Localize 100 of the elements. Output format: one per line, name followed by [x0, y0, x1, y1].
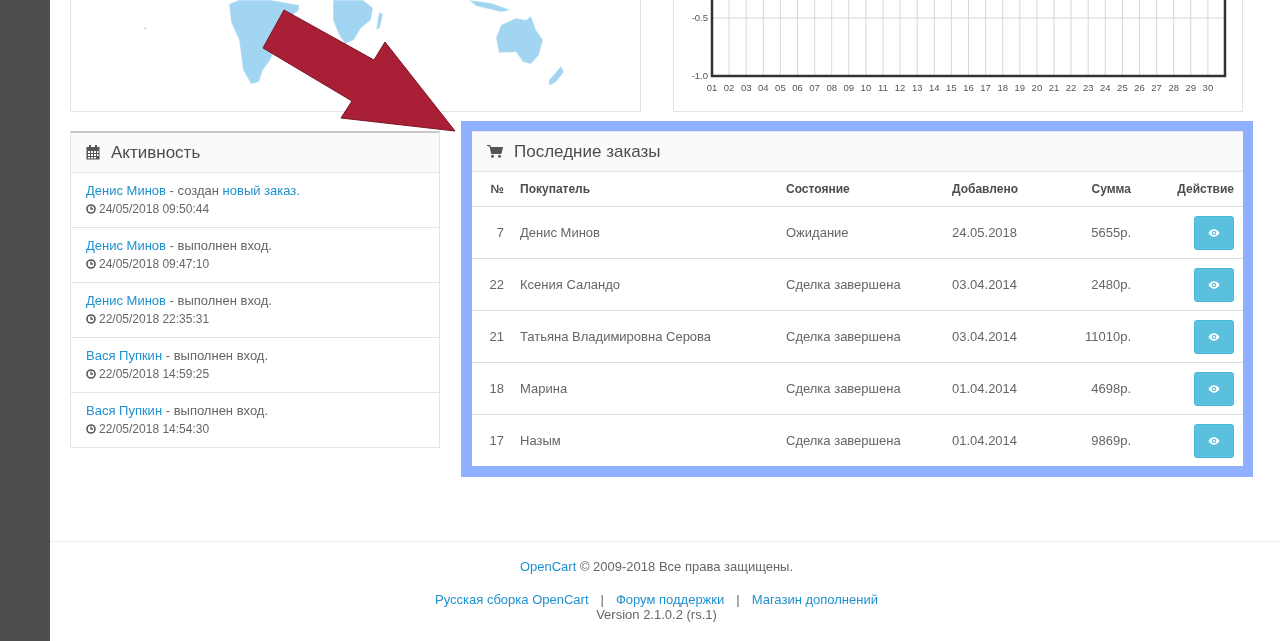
table-cell: Ксения Саландо: [512, 258, 778, 311]
panel-title: Последние заказы: [514, 141, 661, 162]
column-header: №: [472, 172, 512, 207]
activity-time: 22/05/2018 22:35:31: [99, 312, 210, 326]
x-axis-label: 20: [1031, 82, 1043, 93]
view-button[interactable]: [1194, 371, 1234, 406]
x-axis-label: 01: [706, 82, 718, 93]
table-cell: 24.05.2018: [944, 206, 1052, 259]
view-button[interactable]: [1194, 423, 1234, 458]
table-cell: 01.04.2014: [944, 414, 1052, 466]
table-cell: Ожидание: [778, 206, 944, 259]
activity-link[interactable]: новый заказ.: [222, 183, 300, 198]
x-axis-label: 27: [1151, 82, 1162, 93]
activity-text: Денис Минов - выполнен вход.: [86, 238, 273, 253]
table-cell: 17: [472, 414, 512, 466]
activity-time: 24/05/2018 09:50:44: [99, 202, 210, 216]
activity-time: 22/05/2018 14:54:30: [99, 422, 210, 436]
table-cell: Сделка завершена: [778, 258, 944, 311]
activity-link[interactable]: Денис Минов: [86, 183, 166, 198]
eye-icon: [1208, 332, 1220, 341]
x-axis-label: 09: [843, 82, 855, 93]
version-text: Version 2.1.0.2 (rs.1): [596, 607, 717, 622]
x-axis-label: 03: [740, 82, 752, 93]
table-cell: 5655р.: [1052, 206, 1139, 259]
activity-link[interactable]: Вася Пупкин: [86, 403, 163, 418]
table-cell: 9869р.: [1052, 414, 1139, 466]
clock-icon: [86, 259, 96, 269]
cart-icon: [487, 145, 503, 158]
brand-link[interactable]: OpenCart: [519, 559, 577, 574]
copyright-text: OpenCart © 2009-2018 Все права защищены.: [519, 559, 794, 574]
link-separator: |: [600, 592, 604, 607]
footer-link[interactable]: Русская сборка OpenCart: [435, 592, 589, 607]
table-cell: 22: [472, 258, 512, 311]
eye-icon: [1208, 228, 1220, 237]
x-axis-label: 21: [1048, 82, 1060, 93]
x-axis-label: 28: [1168, 82, 1179, 93]
clock-icon: [86, 369, 96, 379]
clock-icon: [86, 424, 96, 434]
x-axis-label: 12: [894, 82, 906, 93]
x-axis-label: 17: [980, 82, 991, 93]
column-header: Действие: [1139, 172, 1243, 207]
activity-text: Вася Пупкин - выполнен вход.: [86, 403, 270, 418]
eye-icon: [1208, 280, 1220, 289]
activity-time: 22/05/2018 14:59:25: [99, 367, 210, 381]
column-header: Состояние: [778, 172, 944, 207]
clock-icon: [86, 204, 96, 214]
table-cell: 21: [472, 310, 512, 363]
activity-text: Денис Минов - выполнен вход.: [86, 293, 273, 308]
activity-link[interactable]: Вася Пупкин: [86, 348, 163, 363]
x-axis-label: 08: [826, 82, 837, 93]
clock-icon: [86, 314, 96, 324]
x-axis-label: 16: [963, 82, 974, 93]
x-axis-label: 22: [1065, 82, 1077, 93]
x-axis-label: 11: [878, 82, 888, 93]
view-button[interactable]: [1194, 319, 1234, 354]
x-axis-label: 06: [792, 82, 803, 93]
x-axis-label: 24: [1100, 82, 1111, 93]
table-cell: Сделка завершена: [778, 414, 944, 466]
x-axis-label: 02: [723, 82, 735, 93]
footer-link[interactable]: Магазин дополнений: [751, 592, 878, 607]
x-axis-label: 13: [911, 82, 923, 93]
table-cell: Татьяна Владимировна Серова: [512, 310, 778, 363]
y-axis-label: -1.0: [691, 70, 708, 81]
activity-link[interactable]: Денис Минов: [86, 293, 166, 308]
x-axis-label: 19: [1014, 82, 1026, 93]
x-axis-label: 30: [1202, 82, 1214, 93]
activity-link[interactable]: Денис Минов: [86, 238, 166, 253]
activity-time: 24/05/2018 09:47:10: [99, 257, 210, 271]
table-cell: 03.04.2014: [944, 258, 1052, 311]
eye-icon: [1208, 384, 1220, 393]
calendar-icon: [86, 145, 100, 160]
eye-icon: [1208, 436, 1220, 445]
table-cell: Назым: [512, 414, 778, 466]
table-cell: Сделка завершена: [778, 362, 944, 415]
table-cell: 4698р.: [1052, 362, 1139, 415]
table-cell: 11010р.: [1052, 310, 1139, 363]
x-axis-label: 15: [946, 82, 957, 93]
x-axis-label: 23: [1082, 82, 1094, 93]
x-axis-label: 04: [758, 82, 769, 93]
view-button[interactable]: [1194, 267, 1234, 302]
table-cell: Марина: [512, 362, 778, 415]
column-header: Сумма: [1052, 172, 1139, 207]
y-axis-label: -0.5: [691, 12, 708, 23]
table-cell: 01.04.2014: [944, 362, 1052, 415]
link-separator: |: [736, 592, 740, 607]
panel-title: Активность: [111, 142, 201, 163]
table-cell: 2480р.: [1052, 258, 1139, 311]
x-axis-label: 07: [809, 82, 820, 93]
activity-text: Денис Минов - создан новый заказ.: [86, 183, 301, 198]
footer-link[interactable]: Форум поддержки: [615, 592, 725, 607]
x-axis-label: 14: [929, 82, 940, 93]
view-button[interactable]: [1194, 215, 1234, 250]
table-cell: Сделка завершена: [778, 310, 944, 363]
table-cell: 03.04.2014: [944, 310, 1052, 363]
column-header: Покупатель: [512, 172, 778, 207]
column-header: Добавлено: [944, 172, 1052, 207]
x-axis-label: 25: [1117, 82, 1128, 93]
table-cell: 18: [472, 362, 512, 415]
x-axis-label: 18: [997, 82, 1008, 93]
x-axis-label: 05: [775, 82, 786, 93]
